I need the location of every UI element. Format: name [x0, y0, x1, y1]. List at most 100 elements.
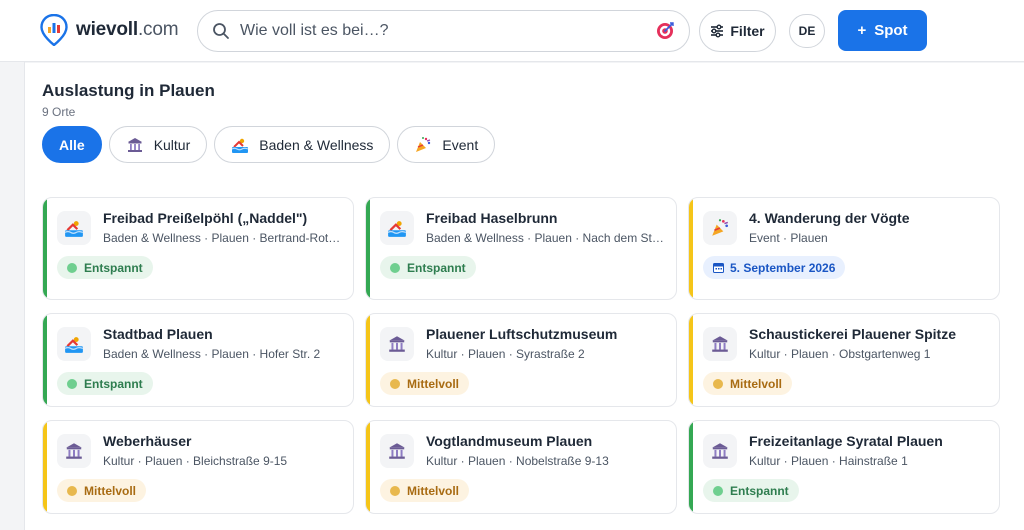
status-dot — [390, 262, 400, 273]
add-spot-label: Spot — [874, 22, 908, 39]
status-text: Mittelvoll — [407, 483, 460, 498]
chip-label: Event — [442, 136, 479, 153]
museum-icon — [57, 434, 91, 468]
status-accent-bar — [43, 421, 47, 513]
chip-label: Alle — [59, 136, 85, 153]
status-badge: Mittelvoll — [57, 479, 147, 502]
place-meta: Kultur · Plauen · Nobelstraße 9-13 — [426, 454, 609, 468]
place-meta: Baden & Wellness · Plauen · Hofer Str. 2 — [103, 347, 321, 361]
status-text: Mittelvoll — [84, 483, 137, 498]
target-icon[interactable] — [655, 21, 675, 41]
place-card[interactable]: Freizeitanlage Syratal Plauen Kultur · P… — [688, 420, 1000, 514]
status-dot — [390, 378, 400, 389]
place-meta: Baden & Wellness · Plauen · Bertrand-Rot… — [103, 231, 343, 245]
status-accent-bar — [689, 421, 693, 513]
place-name: Vogtlandmuseum Plauen — [426, 433, 593, 449]
place-name: Freizeitanlage Syratal Plauen — [749, 433, 943, 449]
party-popper-icon — [414, 136, 432, 154]
place-card[interactable]: Freibad Preißelpöhl („Naddel") Baden & W… — [42, 197, 354, 300]
status-badge: Mittelvoll — [703, 372, 793, 395]
page-title: Auslastung in Plauen — [42, 81, 215, 100]
logo-text: wievoll.com — [76, 19, 179, 41]
status-badge: Entspannt — [703, 479, 799, 502]
status-badge: Mittelvoll — [380, 372, 470, 395]
place-meta: Kultur · Plauen · Syrastraße 2 — [426, 347, 585, 361]
language-button[interactable]: DE — [789, 14, 825, 48]
status-text: Entspannt — [84, 260, 143, 275]
filter-button[interactable]: Filter — [699, 10, 776, 52]
status-dot — [67, 378, 77, 389]
status-text: Mittelvoll — [730, 376, 783, 391]
plus-icon: + — [857, 22, 867, 39]
status-dot — [67, 485, 77, 496]
museum-icon — [380, 434, 414, 468]
swimming-pool-icon — [231, 136, 249, 154]
museum-icon — [703, 434, 737, 468]
place-card[interactable]: Weberhäuser Kultur · Plauen · Bleichstra… — [42, 420, 354, 514]
logo-tld: .com — [137, 19, 179, 40]
place-name: Weberhäuser — [103, 433, 192, 449]
search-input[interactable] — [240, 22, 655, 40]
status-accent-bar — [43, 314, 47, 406]
swimming-pool-icon — [380, 211, 414, 245]
add-spot-button[interactable]: + Spot — [838, 10, 927, 51]
language-label: DE — [798, 24, 816, 38]
status-accent-bar — [366, 421, 370, 513]
party-popper-icon — [703, 211, 737, 245]
swimming-pool-icon — [57, 327, 91, 361]
museum-icon — [126, 136, 144, 154]
place-meta: Event · Plauen — [749, 231, 828, 245]
status-text: Mittelvoll — [407, 376, 460, 391]
place-name: Plauener Luftschutzmuseum — [426, 326, 618, 342]
swimming-pool-icon — [57, 211, 91, 245]
place-meta: Kultur · Plauen · Bleichstraße 9-15 — [103, 454, 288, 468]
logo[interactable]: wievoll.com — [40, 14, 179, 46]
place-card[interactable]: 4. Wanderung der Vögte Event · Plauen 5.… — [688, 197, 1000, 300]
place-name: 4. Wanderung der Vögte — [749, 210, 910, 226]
search-bar[interactable] — [197, 10, 690, 52]
place-card[interactable]: Freibad Haselbrunn Baden & Wellness · Pl… — [365, 197, 677, 300]
place-card[interactable]: Schaustickerei Plauener Spitze Kultur · … — [688, 313, 1000, 407]
chip-label: Kultur — [153, 136, 191, 153]
place-card[interactable]: Vogtlandmuseum Plauen Kultur · Plauen · … — [365, 420, 677, 514]
status-accent-bar — [43, 198, 47, 299]
status-badge: Entspannt — [380, 256, 476, 279]
event-date-text: 5. September 2026 — [730, 260, 836, 275]
place-meta: Kultur · Plauen · Hainstraße 1 — [749, 454, 908, 468]
chip-kultur[interactable]: Kultur — [108, 126, 208, 163]
place-card[interactable]: Plauener Luftschutzmuseum Kultur · Plaue… — [365, 313, 677, 407]
sliders-icon — [711, 24, 724, 38]
chip-baden-wellness[interactable]: Baden & Wellness — [214, 126, 391, 163]
status-badge: Entspannt — [57, 372, 153, 395]
chip-label: Baden & Wellness — [259, 136, 374, 153]
status-badge: Entspannt — [57, 256, 153, 279]
place-meta: Kultur · Plauen · Obstgartenweg 1 — [749, 347, 931, 361]
category-chips: Alle Kultur Baden & Wellness Event — [42, 126, 502, 163]
status-accent-bar — [689, 314, 693, 406]
museum-icon — [703, 327, 737, 361]
chip-event[interactable]: Event — [397, 126, 496, 163]
logo-name: wievoll — [76, 19, 138, 40]
place-name: Freibad Haselbrunn — [426, 210, 558, 226]
chip-alle[interactable]: Alle — [42, 126, 102, 163]
status-text: Entspannt — [407, 260, 466, 275]
status-text: Entspannt — [84, 376, 143, 391]
place-name: Freibad Preißelpöhl („Naddel") — [103, 210, 308, 226]
status-dot — [390, 485, 400, 496]
place-meta: Baden & Wellness · Plauen · Nach dem Sta… — [426, 231, 666, 245]
museum-icon — [380, 327, 414, 361]
status-accent-bar — [689, 198, 693, 299]
location-pin-logo-icon — [40, 14, 68, 46]
event-date-badge: 5. September 2026 — [703, 256, 846, 279]
place-card[interactable]: Stadtbad Plauen Baden & Wellness · Plaue… — [42, 313, 354, 407]
status-dot — [713, 378, 723, 389]
place-name: Schaustickerei Plauener Spitze — [749, 326, 956, 342]
status-accent-bar — [366, 314, 370, 406]
status-badge: Mittelvoll — [380, 479, 470, 502]
status-text: Entspannt — [730, 483, 789, 498]
top-header: wievoll.com Wie voll ist es bei…? Filter… — [0, 0, 1024, 62]
search-icon — [213, 23, 229, 39]
calendar-icon — [713, 263, 724, 273]
app-page: wievoll.com Wie voll ist es bei…? Filter… — [0, 0, 1024, 530]
places-count: 9 Orte — [42, 105, 76, 119]
